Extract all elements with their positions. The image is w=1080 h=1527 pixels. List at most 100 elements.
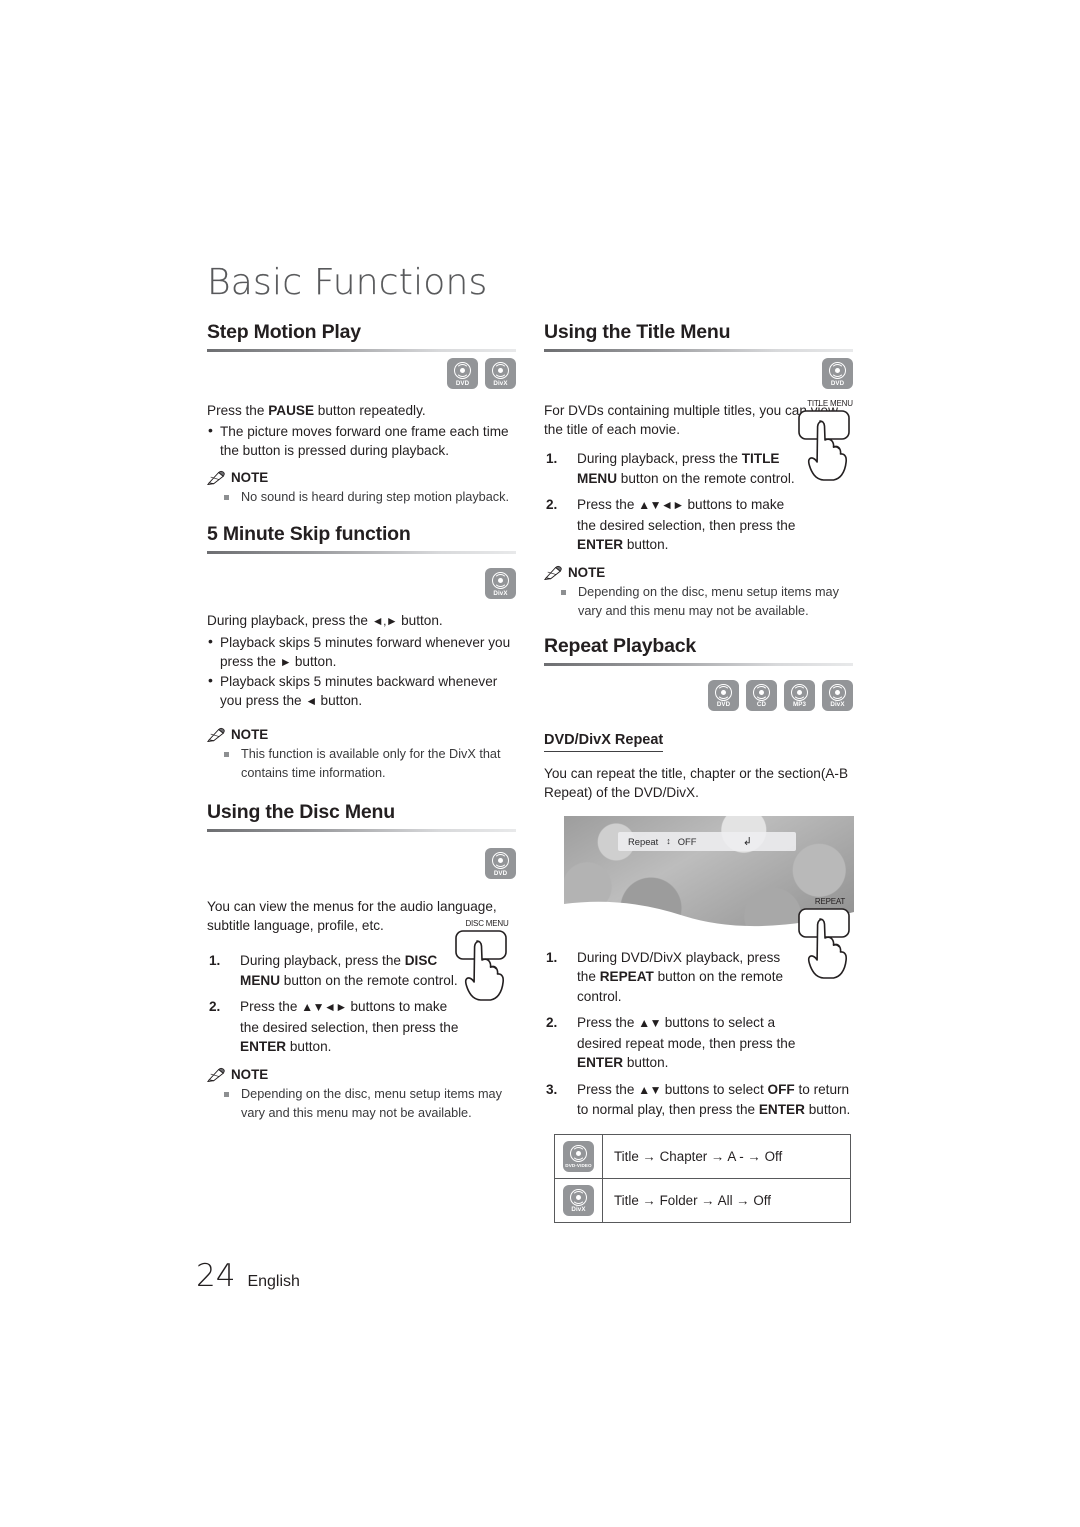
osd-value: OFF	[677, 835, 697, 847]
step-item: 1. During DVD/DivX playback, press the R…	[544, 948, 798, 1007]
left-arrow-icon: ◄	[305, 694, 317, 708]
page-footer: 24 English	[196, 1258, 300, 1294]
table-cell-sequence: Title → Chapter → A - → Off	[602, 1133, 851, 1179]
note-label: NOTE	[231, 727, 269, 742]
intro-bold: PAUSE	[268, 403, 315, 418]
left-column: Step Motion Play DVD DivX Press the PAUS…	[207, 319, 516, 1223]
bullet-pre: Playback skips 5 minutes forward wheneve…	[220, 635, 511, 669]
table-cell-sequence: Title → Folder → All → Off	[602, 1177, 851, 1223]
disc-icon	[791, 683, 808, 701]
step-number: 2.	[546, 1015, 558, 1030]
intro-paragraph: Press the PAUSE button repeatedly.	[207, 401, 516, 420]
pencil-icon	[207, 727, 227, 742]
remote-key-label: DISC MENU	[465, 919, 509, 928]
heading-rule	[207, 551, 516, 554]
list-item: Depending on the disc, menu setup items …	[544, 583, 853, 621]
step-item: 1. During playback, press the DISC MENU …	[207, 951, 465, 990]
badge-label: DVD	[455, 379, 470, 387]
note-block: NOTE This function is available only for…	[207, 727, 516, 783]
right-arrow-icon: ►	[279, 655, 292, 669]
step-pre: During playback, press the	[577, 451, 742, 466]
direction-keys-icon: ▲▼◄►	[301, 1000, 347, 1014]
disc-icon	[715, 683, 732, 701]
remote-key-title-menu: TITLE MENU	[793, 399, 867, 483]
up-down-keys-icon: ▲▼	[638, 1082, 661, 1097]
bullet-post: button.	[291, 654, 337, 669]
step-mid: buttons to select	[660, 1081, 768, 1097]
note-label: NOTE	[231, 1066, 269, 1082]
dvd-video-badge: DVD-VIDEO	[563, 1140, 594, 1172]
dvd-badge: DVD	[708, 679, 739, 711]
disc-icon	[492, 852, 509, 870]
step-item: 1. During playback, press the TITLE MENU…	[544, 449, 796, 488]
disc-badge-group: DVD	[207, 848, 516, 879]
section-heading: Step Motion Play	[207, 321, 361, 343]
remote-key-label: TITLE MENU	[807, 399, 853, 408]
section-heading: Using the Title Menu	[544, 321, 731, 343]
step-post: button on the remote control.	[280, 972, 458, 988]
remote-key-label: REPEAT	[814, 896, 846, 906]
section-heading: 5 Minute Skip function	[207, 523, 411, 545]
table-cell-icon: DivX	[554, 1177, 603, 1223]
intro-suffix: button repeatedly.	[314, 403, 426, 418]
heading-rule	[207, 349, 516, 352]
step-number: 3.	[546, 1081, 558, 1097]
table-row: DVD-VIDEO Title → Chapter → A - → Off	[554, 1133, 851, 1179]
divx-badge: DivX	[485, 358, 516, 389]
badge-label: DivX	[493, 589, 508, 597]
note-header: NOTE	[207, 1067, 516, 1082]
note-list: Depending on the disc, menu setup items …	[207, 1085, 516, 1123]
step-item: 2. Press the ▲▼◄► buttons to make the de…	[207, 997, 465, 1057]
step-pre: Press the	[577, 1015, 639, 1030]
pencil-icon	[544, 565, 564, 580]
note-list: No sound is heard during step motion pla…	[207, 488, 516, 507]
step-item: 2. Press the ▲▼◄► buttons to make the de…	[544, 495, 796, 555]
heading-rule	[544, 662, 853, 666]
intro-paragraph: During playback, press the ◄,► button.	[207, 611, 516, 631]
step-bold: ENTER	[577, 1055, 624, 1070]
numbered-steps: 1. During playback, press the DISC MENU …	[207, 951, 465, 1057]
divx-badge: DivX	[822, 679, 853, 711]
disc-icon	[492, 362, 509, 380]
step-pre: Press the	[240, 999, 302, 1014]
disc-icon	[492, 572, 509, 590]
up-down-arrow-icon: ↕	[666, 836, 670, 846]
manual-page: Basic Functions Step Motion Play DVD Div…	[207, 262, 854, 1223]
remote-key-repeat: REPEAT	[793, 897, 867, 981]
note-block: NOTE Depending on the disc, menu setup i…	[544, 565, 853, 621]
cd-badge: CD	[746, 679, 777, 711]
disc-badge-group: DVD DivX	[207, 358, 516, 389]
note-header: NOTE	[207, 727, 516, 742]
table-row: DivX Title → Folder → All → Off	[554, 1177, 851, 1223]
two-column-layout: Step Motion Play DVD DivX Press the PAUS…	[207, 319, 854, 1223]
badge-label: DivX	[830, 701, 845, 709]
dvd-badge: DVD	[485, 848, 516, 879]
bullet-list: The picture moves forward one frame each…	[207, 421, 516, 460]
step-item: 3. Press the ▲▼ buttons to select OFF to…	[544, 1080, 853, 1120]
list-item: The picture moves forward one frame each…	[207, 421, 516, 460]
intro-prefix: During playback, press the	[207, 613, 372, 628]
badge-label: DVD-VIDEO	[565, 1163, 592, 1169]
bullet-post: button.	[316, 693, 363, 708]
disc-icon	[570, 1188, 587, 1206]
dvd-badge: DVD	[447, 358, 478, 389]
step-number: 2.	[209, 999, 221, 1014]
note-list: Depending on the disc, menu setup items …	[544, 583, 853, 621]
disc-icon	[829, 362, 846, 380]
disc-badge-group: DivX	[207, 568, 516, 599]
section-using-title-menu: Using the Title Menu DVD For DVDs contai…	[544, 321, 853, 621]
dvd-badge: DVD	[822, 358, 853, 389]
step-post: button on the remote control.	[617, 470, 795, 486]
table-cell-icon: DVD-VIDEO	[554, 1133, 603, 1179]
step-bold: OFF	[767, 1081, 795, 1097]
list-item: Playback skips 5 minutes forward wheneve…	[207, 632, 516, 672]
mp3-badge: MP3	[784, 679, 815, 711]
step-number: 1.	[546, 451, 558, 466]
disc-icon	[829, 683, 846, 701]
disc-icon	[570, 1144, 587, 1162]
page-number: 24	[196, 1258, 236, 1294]
note-block: NOTE Depending on the disc, menu setup i…	[207, 1067, 516, 1123]
page-language: English	[247, 1273, 300, 1290]
step-bold: ENTER	[240, 1039, 287, 1054]
return-icon: ↲	[742, 835, 752, 848]
